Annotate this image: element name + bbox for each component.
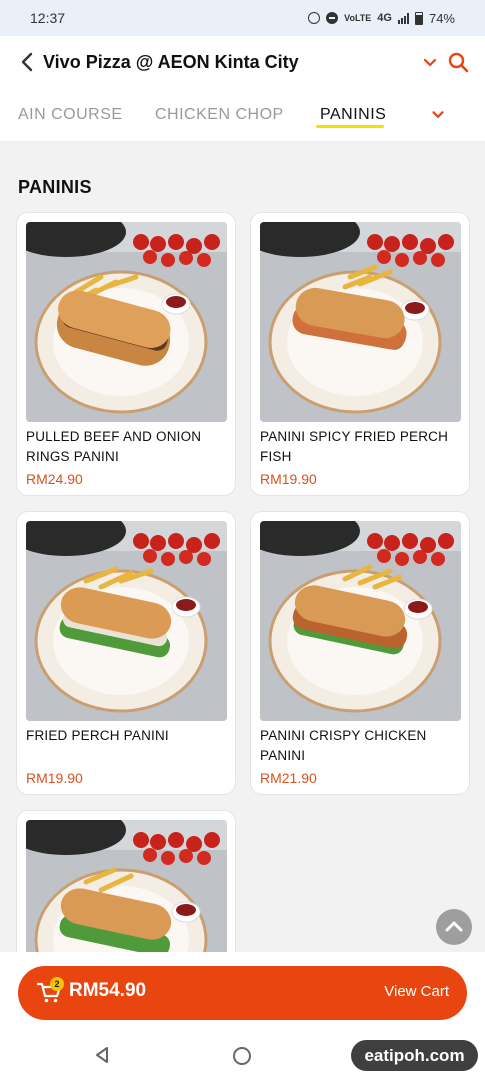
item-price: RM19.90	[26, 770, 83, 786]
search-icon[interactable]	[446, 50, 470, 74]
nav-back-icon[interactable]	[92, 1045, 112, 1065]
food-photo	[26, 222, 227, 422]
menu-item-card[interactable]: PULLED BEEF AND ONION RINGS PANINI RM24.…	[16, 212, 236, 496]
alarm-icon	[308, 12, 321, 24]
status-time: 12:37	[30, 10, 66, 26]
header: Vivo Pizza @ AEON Kinta City AIN COURSE …	[0, 36, 485, 141]
section-title: PANINIS	[18, 177, 92, 197]
network-label: 4G	[377, 12, 392, 24]
item-name: PANINI CRISPY CHICKEN PANINI	[260, 728, 427, 763]
watermark: eatipoh.com	[351, 1040, 478, 1071]
chevron-up-icon	[445, 921, 463, 932]
item-name: FRIED PERCH PANINI	[26, 728, 169, 743]
tab-paninis[interactable]: PANINIS	[320, 106, 386, 124]
status-bar: 12:37 VoLTE 4G 74%	[0, 0, 485, 36]
do-not-disturb-icon	[326, 12, 339, 24]
menu-item-card[interactable]: PANINI SPICY FRIED PERCH FISH RM19.90	[250, 212, 470, 496]
item-price: RM21.90	[260, 770, 317, 786]
item-price: RM24.90	[26, 471, 83, 487]
chevron-down-icon[interactable]	[420, 52, 440, 72]
category-tabs: AIN COURSE CHICKEN CHOP PANINIS	[0, 96, 485, 136]
back-arrow-icon[interactable]	[16, 50, 40, 74]
food-photo	[260, 222, 461, 422]
tab-chicken-chop[interactable]: CHICKEN CHOP	[155, 106, 284, 124]
nav-home-icon[interactable]	[233, 1047, 251, 1065]
battery-percent: 74%	[428, 10, 455, 26]
volte-icon: VoLTE	[344, 13, 372, 23]
status-icons: VoLTE 4G 74%	[308, 11, 455, 26]
item-price: RM19.90	[260, 471, 317, 487]
view-cart-button[interactable]: 2 RM54.90 View Cart	[18, 966, 467, 1020]
cart-count-badge: 2	[50, 977, 64, 991]
item-name: PANINI SPICY FRIED PERCH FISH	[260, 429, 449, 464]
menu-item-card[interactable]: PANINI CRISPY CHICKEN PANINI RM21.90	[250, 511, 470, 795]
scroll-to-top-button[interactable]	[436, 909, 472, 945]
battery-icon	[414, 11, 423, 25]
signal-icon	[397, 12, 409, 24]
category-dropdown-chevron-icon[interactable]	[429, 106, 447, 124]
active-tab-indicator	[316, 125, 384, 128]
menu-item-card[interactable]: FRIED PERCH PANINI RM19.90	[16, 511, 236, 795]
cart-total: RM54.90	[69, 980, 147, 1001]
item-name: PULLED BEEF AND ONION RINGS PANINI	[26, 429, 202, 464]
view-cart-label: View Cart	[384, 983, 449, 1000]
food-photo	[260, 521, 461, 721]
food-photo	[26, 521, 227, 721]
tab-main-course[interactable]: AIN COURSE	[18, 106, 123, 124]
restaurant-title: Vivo Pizza @ AEON Kinta City	[43, 52, 299, 72]
